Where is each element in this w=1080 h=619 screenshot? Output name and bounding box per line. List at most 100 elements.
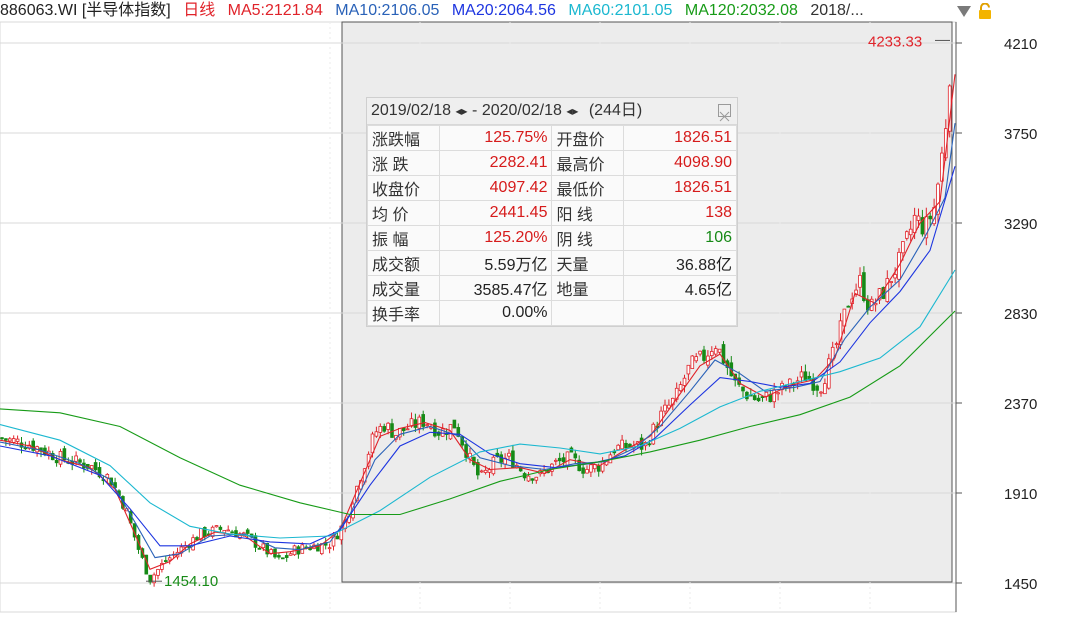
candle-body xyxy=(386,422,390,430)
candle-body xyxy=(901,241,905,254)
candle-body xyxy=(218,526,223,530)
candle-body xyxy=(479,470,484,473)
min-price-label: 1454.10 xyxy=(164,573,218,590)
candle-body xyxy=(413,419,418,428)
candle-body xyxy=(717,348,722,353)
stats-row: 成交量 3585.47亿 地量 4.65亿 xyxy=(367,275,737,301)
candle-body xyxy=(557,457,562,462)
candle-body xyxy=(776,392,780,395)
candle-body xyxy=(573,453,578,459)
candle-body xyxy=(823,383,827,395)
candle-body xyxy=(702,349,706,361)
candle-body xyxy=(167,557,172,561)
stats-value: 4098.90 xyxy=(623,150,737,176)
stats-value: 1826.51 xyxy=(623,175,737,201)
candle-body xyxy=(226,529,231,532)
y-tick-label: 4210 xyxy=(1004,36,1037,53)
lock-icon[interactable] xyxy=(978,3,992,19)
stats-value: 4097.42 xyxy=(438,175,553,201)
candle-body xyxy=(526,475,531,482)
stats-label: 阳 线 xyxy=(551,200,625,226)
candle-body xyxy=(390,423,394,438)
candle-body xyxy=(698,350,702,355)
range-end-arrows-icon[interactable]: ◂▸ xyxy=(566,104,578,118)
y-tick-label: 1450 xyxy=(1004,576,1037,593)
stats-value: 5.59万亿 xyxy=(438,250,553,276)
stats-row: 均 价 2441.45 阳 线 138 xyxy=(367,200,737,226)
candle-body xyxy=(858,274,862,288)
max-price-label: 4233.33 xyxy=(868,33,922,50)
candle-body xyxy=(4,438,8,441)
stats-label: 最高价 xyxy=(551,150,625,176)
candle-body xyxy=(288,553,293,556)
candle-body xyxy=(327,547,332,550)
candle-body xyxy=(534,476,539,481)
candle-body xyxy=(862,272,866,301)
candle-body xyxy=(277,555,281,558)
candle-body xyxy=(511,450,515,468)
range-start-arrows-icon[interactable]: ◂▸ xyxy=(456,104,468,118)
candle-body xyxy=(491,456,496,475)
candle-body xyxy=(163,560,168,562)
candle-body xyxy=(554,459,558,462)
range-stats-header: 2019/02/18 ◂▸ - 2020/02/18 ◂▸ (244日) xyxy=(367,98,737,125)
stats-label: 收盘价 xyxy=(367,175,440,201)
stats-value: 2282.41 xyxy=(438,150,553,176)
candle-body xyxy=(370,433,375,454)
y-tick-label: 3750 xyxy=(1004,126,1037,143)
period-label[interactable]: 日线 xyxy=(183,0,215,22)
range-days: (244日) xyxy=(588,102,643,119)
candle-body xyxy=(54,460,59,464)
ma5-value: MA5:2121.84 xyxy=(227,2,323,19)
candle-body xyxy=(483,469,488,473)
candle-body xyxy=(694,356,698,362)
kline-chart[interactable]: 4210 3750 3290 2830 2370 1910 1450 4233.33 1454… xyxy=(0,0,1080,614)
candle-body xyxy=(78,459,82,463)
chart-header: 886063.WI [半导体指数] 日线 MA5:2121.84 MA10:21… xyxy=(0,0,1080,22)
candle-body xyxy=(335,535,340,540)
candle-body xyxy=(487,469,492,473)
y-axis: 4210 3750 3290 2830 2370 1910 1450 xyxy=(955,22,1037,612)
y-tick-label: 3290 xyxy=(1004,216,1037,233)
candle-body xyxy=(893,274,897,279)
stats-label: 阴 线 xyxy=(551,225,625,251)
candle-body xyxy=(382,426,386,432)
stats-label: 均 价 xyxy=(367,200,440,226)
range-start: 2019/02/18 xyxy=(371,102,452,119)
candle-body xyxy=(214,525,219,528)
candle-body xyxy=(620,439,624,450)
candle-body xyxy=(889,281,893,284)
candle-body xyxy=(253,535,258,548)
stats-value: 125.75% xyxy=(438,125,553,151)
candle-body xyxy=(15,438,20,442)
candle-body xyxy=(417,416,422,429)
close-icon[interactable] xyxy=(718,104,731,122)
candle-body xyxy=(819,391,823,394)
ma120-value: MA120:2032.08 xyxy=(684,2,798,19)
candle-body xyxy=(93,462,98,471)
candle-body xyxy=(269,549,273,554)
stats-label: 成交额 xyxy=(367,250,440,276)
candle-body xyxy=(245,529,250,534)
candle-body xyxy=(928,215,932,220)
candle-body xyxy=(581,467,585,474)
candle-body xyxy=(0,437,4,440)
stats-label xyxy=(551,300,625,326)
candle-body xyxy=(741,386,745,392)
candle-body xyxy=(596,465,601,472)
stats-table: 涨跌幅 125.75% 开盘价 1826.51 涨 跌 2282.41 最高价 4098.90… xyxy=(367,125,737,326)
triangle-down-icon[interactable] xyxy=(956,3,972,19)
candle-body xyxy=(565,451,570,467)
stats-value: 36.88亿 xyxy=(623,250,737,276)
symbol-label[interactable]: 886063.WI [半导体指数] xyxy=(0,0,171,22)
stats-row: 收盘价 4097.42 最低价 1826.51 xyxy=(367,175,737,201)
candle-body xyxy=(257,547,262,550)
candle-body xyxy=(405,428,410,431)
candle-body xyxy=(374,431,379,437)
candle-body xyxy=(912,214,917,234)
candle-body xyxy=(846,305,851,308)
candle-body xyxy=(682,377,687,386)
stats-label: 地量 xyxy=(551,275,625,301)
range-sep: - xyxy=(472,102,478,119)
candle-body xyxy=(421,414,425,427)
